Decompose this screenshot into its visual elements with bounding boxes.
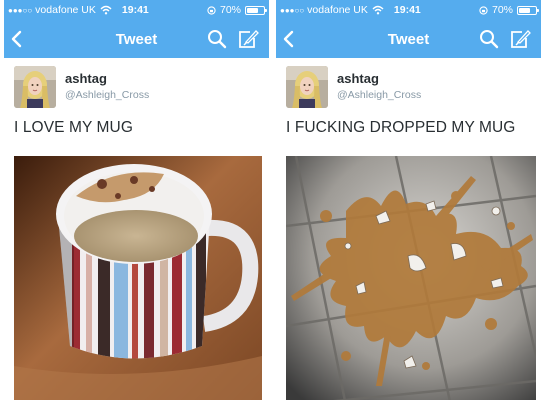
- tweet-photo-broken-mug[interactable]: [286, 156, 536, 400]
- wifi-icon: [100, 5, 112, 15]
- signal-strength: ●●●○○: [280, 5, 305, 15]
- lock-rotation-icon: [479, 5, 488, 15]
- search-icon[interactable]: [207, 29, 227, 49]
- battery-percent: 70%: [491, 4, 513, 16]
- lock-rotation-icon: [207, 5, 216, 15]
- battery-level: [519, 7, 531, 13]
- tweet-screen-right: ●●●○○ vodafone UK 19:41 70% Tweet ashtag…: [276, 0, 541, 400]
- battery-percent: 70%: [219, 4, 241, 16]
- tweet-author[interactable]: ashtag @Ashleigh_Cross: [14, 66, 149, 108]
- status-time: 19:41: [121, 4, 149, 16]
- tweet-photo-mug[interactable]: [14, 156, 262, 400]
- nav-bar: Tweet: [276, 20, 541, 58]
- status-bar: ●●●○○ vodafone UK 19:41 70%: [276, 0, 541, 20]
- compose-icon[interactable]: [237, 29, 259, 49]
- tweet-text: I LOVE MY MUG: [14, 119, 134, 136]
- battery-icon: [245, 5, 267, 15]
- status-bar: ●●●○○ vodafone UK 19:41 70%: [4, 0, 269, 20]
- avatar[interactable]: [286, 66, 328, 108]
- compose-icon[interactable]: [509, 29, 531, 49]
- nav-title: Tweet: [115, 30, 158, 48]
- carrier-name: vodafone UK: [307, 4, 368, 16]
- signal-strength: ●●●○○: [8, 5, 33, 15]
- tweet-author[interactable]: ashtag @Ashleigh_Cross: [286, 66, 421, 108]
- carrier-name: vodafone UK: [35, 4, 96, 16]
- battery-level: [247, 7, 259, 13]
- avatar[interactable]: [14, 66, 56, 108]
- nav-bar: Tweet: [4, 20, 269, 58]
- tweet-screen-left: ●●●○○ vodafone UK 19:41 70% Tweet ashtag…: [4, 0, 269, 400]
- search-icon[interactable]: [479, 29, 499, 49]
- back-chevron-icon[interactable]: [10, 29, 24, 49]
- battery-icon: [517, 5, 539, 15]
- nav-title: Tweet: [387, 30, 430, 48]
- wifi-icon: [372, 5, 384, 15]
- handle[interactable]: @Ashleigh_Cross: [65, 89, 149, 101]
- username[interactable]: ashtag: [65, 71, 149, 86]
- status-time: 19:41: [393, 4, 421, 16]
- handle[interactable]: @Ashleigh_Cross: [337, 89, 421, 101]
- tweet-text: I FUCKING DROPPED MY MUG: [286, 119, 516, 136]
- username[interactable]: ashtag: [337, 71, 421, 86]
- back-chevron-icon[interactable]: [282, 29, 296, 49]
